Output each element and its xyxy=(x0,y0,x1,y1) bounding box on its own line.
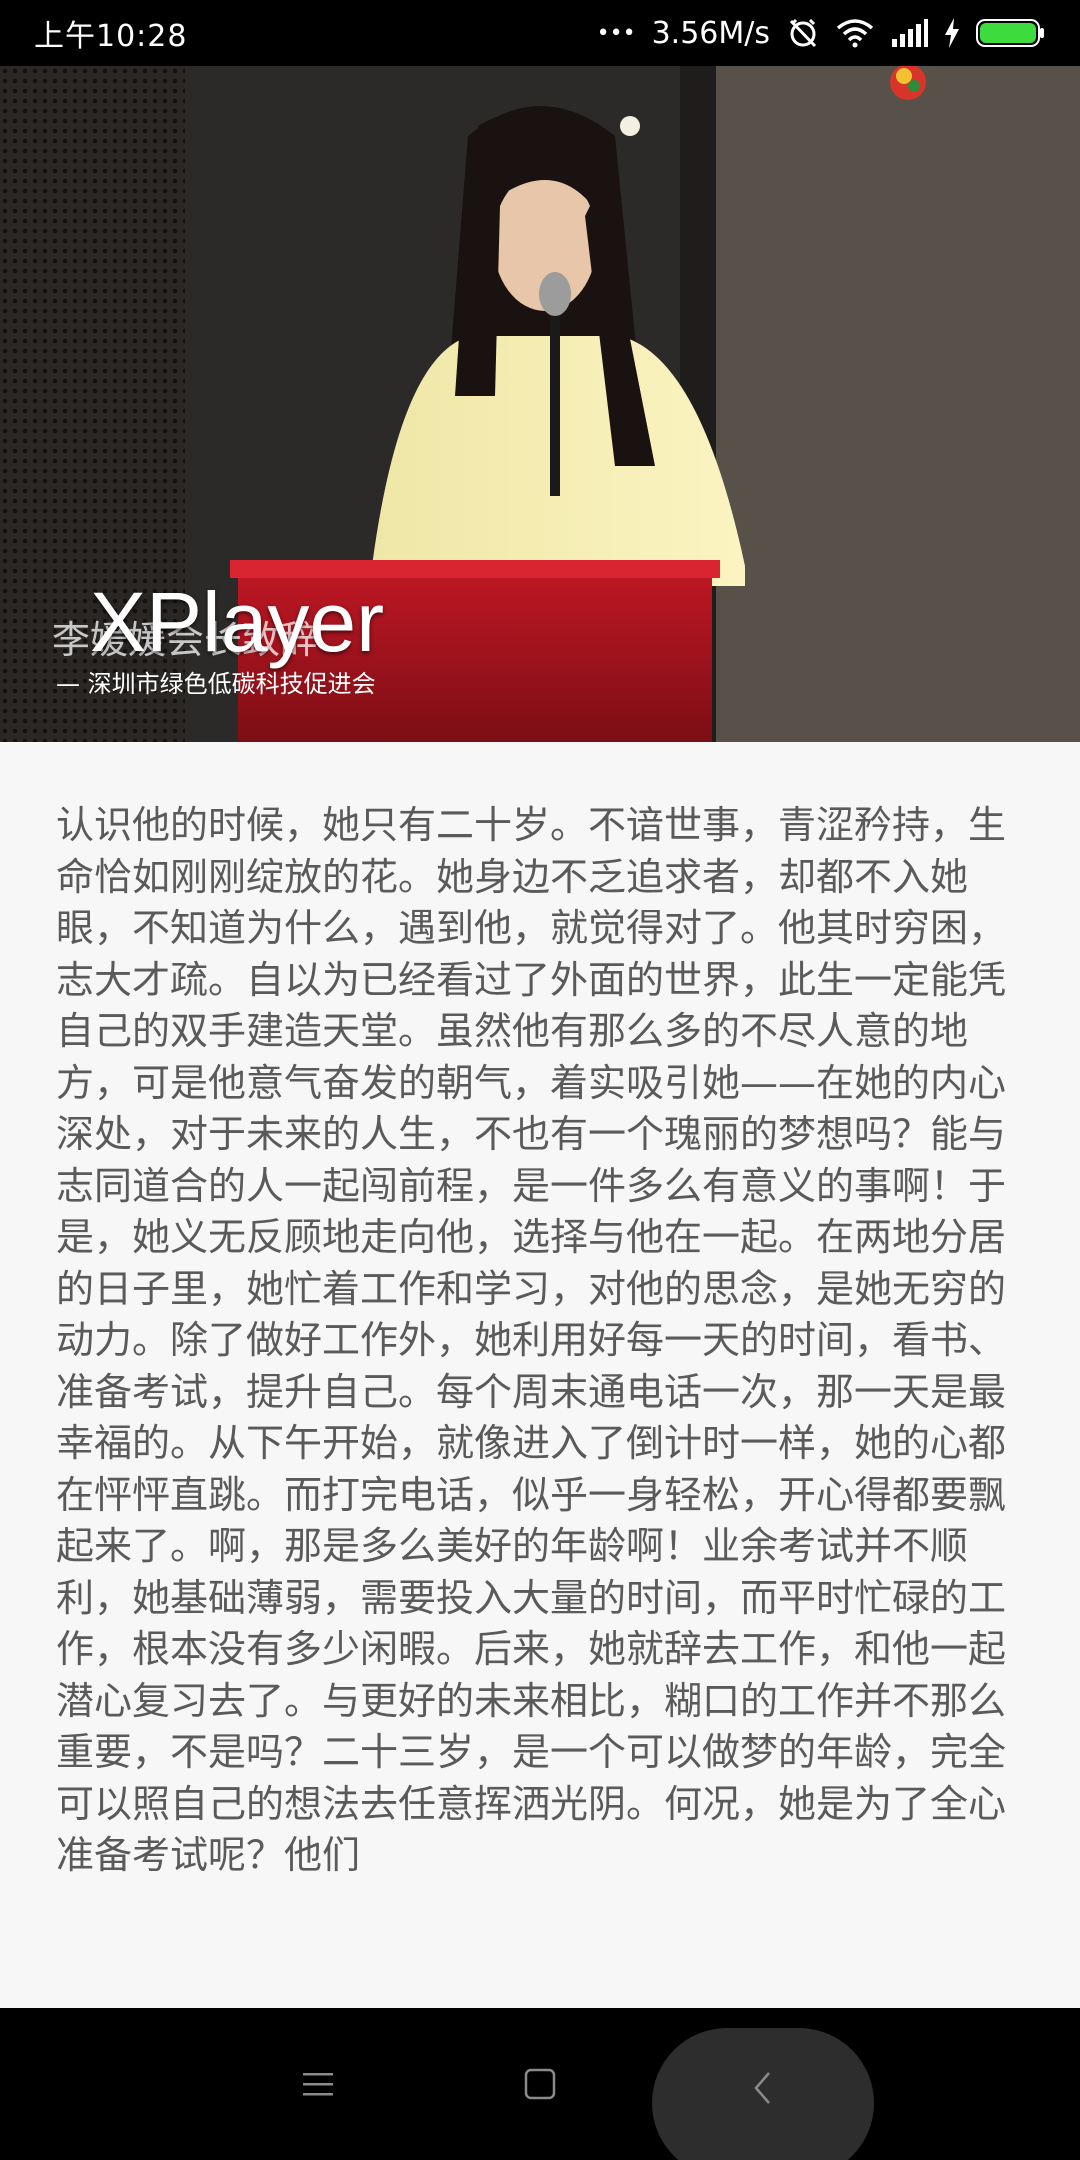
screen: 上午10:28 ••• 3.56M/s 李媛媛会长致辞 — 深圳市绿色低碳科技促… xyxy=(0,0,1080,2160)
player-title: XPlayer xyxy=(90,575,385,669)
net-speed: 3.56M/s xyxy=(651,15,770,51)
status-bar: 上午10:28 ••• 3.56M/s xyxy=(0,0,1080,66)
article-text: 认识他的时候，她只有二十岁。不谙世事，青涩矜持，生命恰如刚刚绽放的花。她身边不乏… xyxy=(56,803,1007,1877)
video-caption-subtitle: — 深圳市绿色低碳科技促进会 xyxy=(56,670,376,698)
navigation-bar xyxy=(0,2008,1080,2160)
video-player[interactable]: 李媛媛会长致辞 — 深圳市绿色低碳科技促进会 XPlayer xyxy=(0,66,1080,742)
status-time: 上午10:28 xyxy=(34,19,188,54)
wifi-icon xyxy=(836,18,874,48)
home-button[interactable] xyxy=(484,2038,596,2130)
article-body: 认识他的时候，她只有二十岁。不谙世事，青涩矜持，生命恰如刚刚绽放的花。她身边不乏… xyxy=(56,800,1024,2000)
menu-icon xyxy=(303,2073,333,2096)
more-dots: ••• xyxy=(596,20,636,46)
signal-icon xyxy=(890,19,928,47)
charging-icon xyxy=(944,18,960,48)
back-button[interactable] xyxy=(652,2028,874,2160)
home-icon xyxy=(524,2068,556,2100)
menu-button[interactable] xyxy=(262,2038,374,2130)
back-icon xyxy=(754,2072,770,2104)
status-indicators: ••• 3.56M/s xyxy=(597,16,1046,51)
alarm-muted-icon xyxy=(786,16,820,50)
battery-icon xyxy=(976,18,1046,48)
